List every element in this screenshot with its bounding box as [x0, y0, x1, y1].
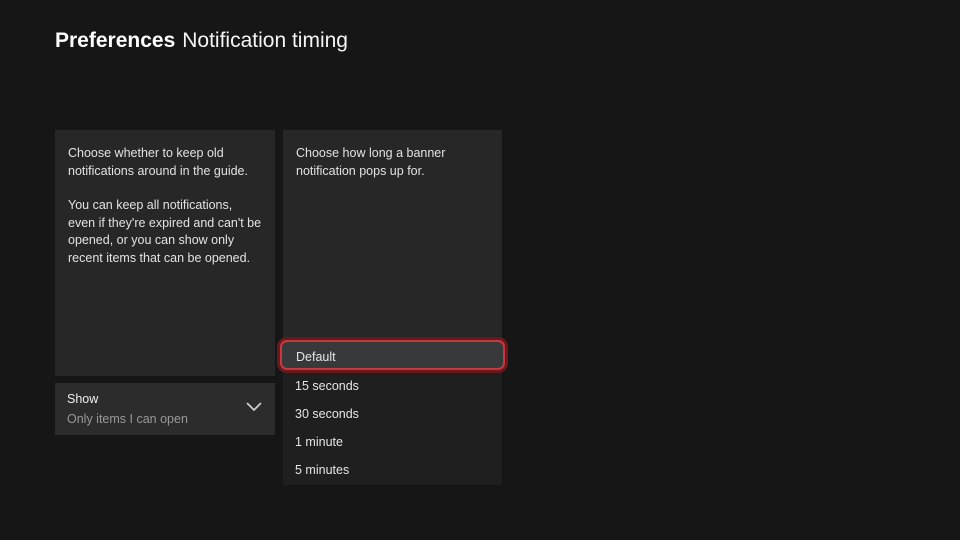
keep-notifications-description-2: You can keep all notifications, even if …: [68, 198, 262, 265]
breadcrumb-page: Notification timing: [182, 29, 348, 52]
show-dropdown-label: Show: [67, 392, 99, 406]
keep-notifications-description-panel: Choose whether to keep old notifications…: [55, 130, 275, 376]
timing-options-list: Default 15 seconds 30 seconds 1 minute 5…: [280, 340, 505, 485]
keep-notifications-description-1: Choose whether to keep old notifications…: [68, 146, 248, 178]
show-dropdown-value: Only items I can open: [67, 412, 188, 426]
timing-option-5-minutes[interactable]: 5 minutes: [283, 456, 502, 484]
timing-option-default[interactable]: Default: [280, 340, 505, 370]
timing-option-30-seconds[interactable]: 30 seconds: [283, 400, 502, 428]
banner-timing-description-panel: Choose how long a banner notification po…: [283, 130, 502, 340]
notification-timing-screen: Preferences Notification timing Choose wh…: [0, 0, 960, 540]
breadcrumb-section: Preferences: [55, 29, 176, 52]
timing-option-1-minute[interactable]: 1 minute: [283, 428, 502, 456]
show-dropdown[interactable]: Show Only items I can open: [55, 383, 275, 435]
page-title: Preferences Notification timing: [55, 29, 348, 53]
timing-option-15-seconds[interactable]: 15 seconds: [283, 372, 502, 400]
chevron-down-icon: [246, 402, 262, 411]
banner-timing-description: Choose how long a banner notification po…: [296, 146, 446, 178]
